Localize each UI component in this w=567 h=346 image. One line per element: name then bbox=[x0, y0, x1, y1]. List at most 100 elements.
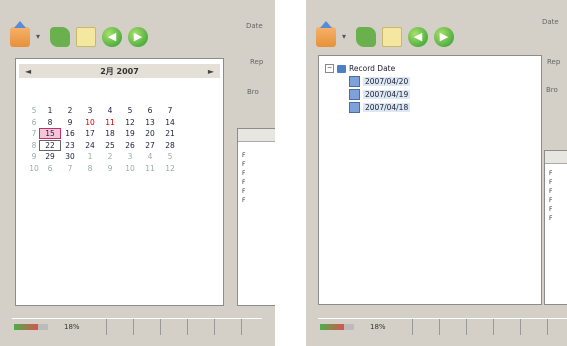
calendar-day[interactable]: 3 bbox=[80, 106, 100, 115]
ruler bbox=[385, 319, 567, 335]
calendar-day[interactable]: 2 bbox=[100, 152, 120, 161]
calendar-day[interactable]: 26 bbox=[120, 141, 140, 150]
bro-label: Bro bbox=[546, 86, 558, 94]
tree-item[interactable]: 2007/04/18 bbox=[325, 101, 411, 114]
status-bar: 18% bbox=[318, 318, 567, 335]
forward-button[interactable]: ▶ bbox=[434, 27, 454, 47]
status-bar: 18% bbox=[12, 318, 262, 335]
calendar-day[interactable]: 17 bbox=[80, 129, 100, 138]
calendar-day[interactable]: 12 bbox=[120, 118, 140, 127]
calendar-day[interactable]: 16 bbox=[60, 129, 80, 138]
calendar-day[interactable]: 15 bbox=[39, 128, 61, 140]
prev-month-button[interactable]: ◄ bbox=[25, 67, 31, 76]
calendar-day[interactable]: 1 bbox=[40, 106, 60, 115]
chevron-down-icon[interactable]: ▾ bbox=[36, 33, 44, 41]
calendar-day[interactable]: 18 bbox=[100, 129, 120, 138]
calendar-day[interactable]: 23 bbox=[60, 141, 80, 150]
calendar-day[interactable]: 12 bbox=[160, 164, 180, 173]
status-text: 18% bbox=[370, 323, 386, 331]
month-title: 2月 2007 bbox=[100, 66, 139, 76]
tree-item[interactable]: 2007/04/20 bbox=[325, 75, 411, 88]
list-item[interactable]: F bbox=[545, 197, 567, 206]
calendar-day[interactable]: 30 bbox=[60, 152, 80, 161]
home-icon[interactable] bbox=[10, 21, 30, 47]
list-item[interactable]: F bbox=[545, 206, 567, 215]
calendar-day[interactable]: 19 bbox=[120, 129, 140, 138]
calendar-day[interactable]: 21 bbox=[160, 129, 180, 138]
tree-item-label: 2007/04/19 bbox=[363, 90, 411, 99]
calendar-day[interactable]: 6 bbox=[140, 106, 160, 115]
toolbar: ▾ ◀ ▶ bbox=[316, 21, 454, 52]
calendar-day[interactable]: 25 bbox=[100, 141, 120, 150]
calendar-day[interactable]: 9 bbox=[100, 164, 120, 173]
back-button[interactable]: ◀ bbox=[408, 27, 428, 47]
calendar-header: ◄ 2月 2007 ► bbox=[19, 64, 220, 78]
record-list[interactable]: F F F F F F bbox=[544, 150, 567, 305]
calendar-day[interactable]: 5 bbox=[160, 152, 180, 161]
home-icon[interactable] bbox=[316, 21, 336, 47]
progress-bar bbox=[14, 324, 48, 330]
calendar-day[interactable]: 1 bbox=[80, 152, 100, 161]
calendar-day[interactable]: 4 bbox=[100, 106, 120, 115]
date-label: Date bbox=[246, 22, 263, 30]
calendar-day[interactable]: 4 bbox=[140, 152, 160, 161]
file-icon bbox=[349, 102, 360, 113]
list-item[interactable]: F bbox=[545, 179, 567, 188]
calendar-day[interactable]: 3 bbox=[120, 152, 140, 161]
calendar-day[interactable]: 8 bbox=[80, 164, 100, 173]
note-icon[interactable] bbox=[76, 27, 96, 47]
list-item[interactable]: F bbox=[238, 179, 275, 188]
forward-button[interactable]: ▶ bbox=[128, 27, 148, 47]
calendar-day[interactable]: 5 bbox=[120, 106, 140, 115]
plugin-icon[interactable] bbox=[50, 27, 70, 47]
calendar-week-row: 10 6 7 8 9 10 11 12 bbox=[28, 163, 180, 175]
list-item[interactable]: F bbox=[238, 170, 275, 179]
calendar-week-row: 6 8 9 10 11 12 13 14 bbox=[28, 117, 180, 129]
list-item[interactable]: F bbox=[238, 197, 275, 206]
calendar-day[interactable]: 7 bbox=[60, 164, 80, 173]
week-number: 10 bbox=[29, 163, 39, 173]
calendar-day[interactable]: 28 bbox=[160, 141, 180, 150]
calendar-day[interactable]: 11 bbox=[100, 118, 120, 127]
record-list[interactable]: F F F F F F bbox=[237, 128, 275, 306]
next-month-button[interactable]: ► bbox=[208, 67, 214, 76]
tree-item[interactable]: 2007/04/19 bbox=[325, 88, 411, 101]
calendar-day[interactable]: 10 bbox=[120, 164, 140, 173]
list-item[interactable]: F bbox=[238, 152, 275, 161]
note-icon[interactable] bbox=[382, 27, 402, 47]
list-item[interactable]: F bbox=[238, 161, 275, 170]
list-item[interactable]: F bbox=[238, 188, 275, 197]
calendar-week-row: 51234567 bbox=[28, 105, 180, 117]
calendar-day[interactable]: 29 bbox=[40, 152, 60, 161]
calendar-day[interactable]: 20 bbox=[140, 129, 160, 138]
calendar-day[interactable]: 27 bbox=[140, 141, 160, 150]
back-button[interactable]: ◀ bbox=[102, 27, 122, 47]
calendar-day[interactable]: 24 bbox=[80, 141, 100, 150]
plugin-icon[interactable] bbox=[356, 27, 376, 47]
calendar-day[interactable]: 14 bbox=[160, 118, 180, 127]
calendar-box: ◄ 2月 2007 ► 5 1 2 3 4 5 6 7 6 8 9 10 11 12 13 14 7 15 16 17… bbox=[15, 58, 224, 306]
calendar-day[interactable]: 22 bbox=[39, 139, 61, 151]
file-icon bbox=[349, 76, 360, 87]
calendar-day[interactable]: 2 bbox=[60, 106, 80, 115]
bro-label: Bro bbox=[247, 88, 259, 96]
calendar-day[interactable]: 9 bbox=[60, 118, 80, 127]
collapse-icon[interactable]: − bbox=[325, 64, 334, 73]
rep-label: Rep bbox=[250, 58, 264, 66]
calendar-day[interactable]: 10 bbox=[80, 118, 100, 127]
tree-root[interactable]: − Record Date bbox=[325, 62, 410, 75]
status-text: 18% bbox=[64, 323, 80, 331]
week-number: 6 bbox=[31, 117, 37, 127]
tree-item-label: 2007/04/18 bbox=[363, 103, 411, 112]
chevron-down-icon[interactable]: ▾ bbox=[342, 33, 350, 41]
calendar-day[interactable]: 6 bbox=[40, 164, 60, 173]
list-item[interactable]: F bbox=[545, 170, 567, 179]
list-item[interactable]: F bbox=[545, 215, 567, 224]
calendar-day[interactable]: 13 bbox=[140, 118, 160, 127]
list-item[interactable]: F bbox=[545, 188, 567, 197]
calendar-day[interactable]: 8 bbox=[40, 118, 60, 127]
calendar-day[interactable]: 7 bbox=[160, 106, 180, 115]
calendar-grid: 5 1 2 3 4 5 6 7 6 8 9 10 11 12 13 14 7 15 16 17 18 19 20 21 8 22 2… bbox=[28, 105, 180, 174]
week-number: 5 bbox=[31, 106, 37, 116]
calendar-day[interactable]: 11 bbox=[140, 164, 160, 173]
